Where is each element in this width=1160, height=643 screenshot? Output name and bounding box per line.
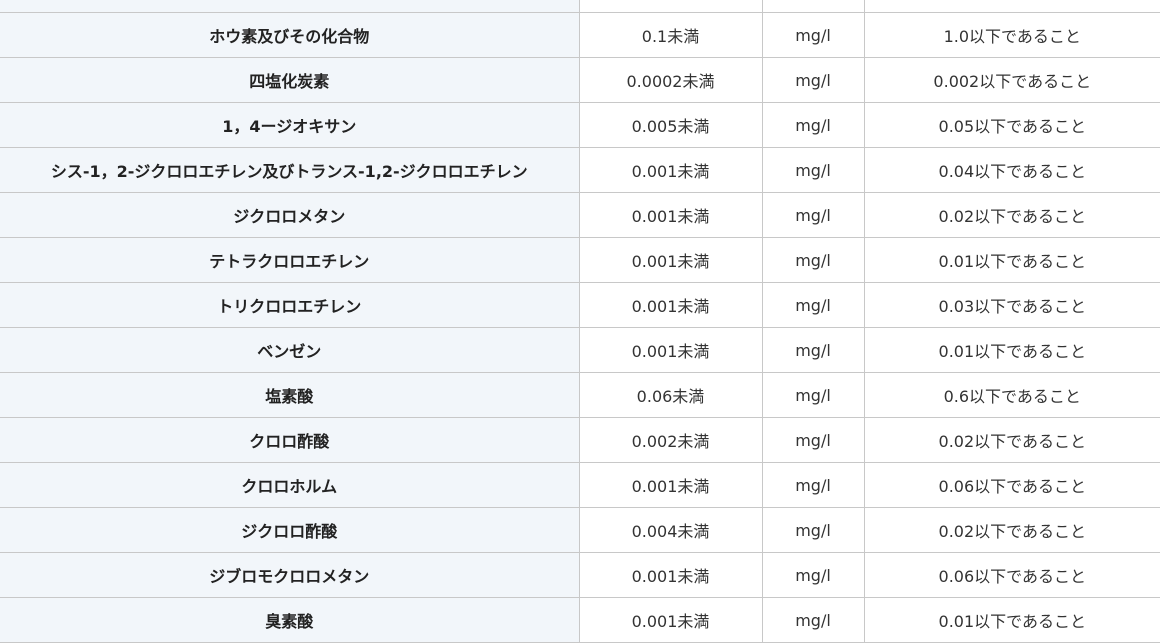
measured-value-cell: 0.004未満 bbox=[578, 507, 763, 553]
substance-name-cell: ジクロロメタン bbox=[0, 192, 580, 238]
standard-value-cell: 0.06以下であること bbox=[863, 462, 1160, 508]
measured-value-cell bbox=[578, 0, 763, 13]
unit-cell: mg/l bbox=[761, 282, 865, 328]
substance-name-cell: ジブロモクロロメタン bbox=[0, 552, 580, 598]
standard-value-cell: 0.02以下であること bbox=[863, 417, 1160, 463]
standard-value-cell: 1.0以下であること bbox=[863, 12, 1160, 58]
measured-value-cell: 0.001未満 bbox=[578, 282, 763, 328]
standard-value-cell: 0.01以下であること bbox=[863, 237, 1160, 283]
table-row: ベンゼン 0.001未満 mg/l 0.01以下であること bbox=[0, 327, 1160, 373]
table-row: クロロホルム 0.001未満 mg/l 0.06以下であること bbox=[0, 462, 1160, 508]
table-row: 臭素酸 0.001未満 mg/l 0.01以下であること bbox=[0, 597, 1160, 643]
standard-value-cell: 0.01以下であること bbox=[863, 597, 1160, 643]
substance-name-cell: クロロ酢酸 bbox=[0, 417, 580, 463]
measured-value-cell: 0.002未満 bbox=[578, 417, 763, 463]
table-row: ホウ素及びその化合物 0.1未満 mg/l 1.0以下であること bbox=[0, 12, 1160, 58]
substance-name-cell: ベンゼン bbox=[0, 327, 580, 373]
measured-value-cell: 0.001未満 bbox=[578, 192, 763, 238]
measured-value-cell: 0.001未満 bbox=[578, 237, 763, 283]
measured-value-cell: 0.001未満 bbox=[578, 147, 763, 193]
measured-value-cell: 0.1未満 bbox=[578, 12, 763, 58]
substance-name-cell: シス-1，2-ジクロロエチレン及びトランス-1,2-ジクロロエチレン bbox=[0, 147, 580, 193]
unit-cell: mg/l bbox=[761, 237, 865, 283]
substance-name-cell: 塩素酸 bbox=[0, 372, 580, 418]
standard-value-cell: 0.05以下であること bbox=[863, 102, 1160, 148]
substance-name-cell: トリクロロエチレン bbox=[0, 282, 580, 328]
measured-value-cell: 0.06未満 bbox=[578, 372, 763, 418]
standard-value-cell: 0.02以下であること bbox=[863, 192, 1160, 238]
substance-name-cell: クロロホルム bbox=[0, 462, 580, 508]
table-row: ジクロロ酢酸 0.004未満 mg/l 0.02以下であること bbox=[0, 507, 1160, 553]
substance-name-cell: 臭素酸 bbox=[0, 597, 580, 643]
unit-cell: mg/l bbox=[761, 597, 865, 643]
measured-value-cell: 0.001未満 bbox=[578, 597, 763, 643]
unit-cell: mg/l bbox=[761, 507, 865, 553]
standard-value-cell: 0.002以下であること bbox=[863, 57, 1160, 103]
unit-cell: mg/l bbox=[761, 192, 865, 238]
standard-value-cell bbox=[863, 0, 1160, 13]
unit-cell: mg/l bbox=[761, 462, 865, 508]
unit-cell: mg/l bbox=[761, 12, 865, 58]
table-row bbox=[0, 0, 1160, 13]
standard-value-cell: 0.02以下であること bbox=[863, 507, 1160, 553]
substance-name-cell: 1，4ージオキサン bbox=[0, 102, 580, 148]
table-row: 四塩化炭素 0.0002未満 mg/l 0.002以下であること bbox=[0, 57, 1160, 103]
measured-value-cell: 0.0002未満 bbox=[578, 57, 763, 103]
unit-cell: mg/l bbox=[761, 417, 865, 463]
standard-value-cell: 0.03以下であること bbox=[863, 282, 1160, 328]
standard-value-cell: 0.06以下であること bbox=[863, 552, 1160, 598]
water-quality-table-container: ホウ素及びその化合物 0.1未満 mg/l 1.0以下であること 四塩化炭素 0… bbox=[0, 0, 1160, 643]
standard-value-cell: 0.6以下であること bbox=[863, 372, 1160, 418]
water-quality-table: ホウ素及びその化合物 0.1未満 mg/l 1.0以下であること 四塩化炭素 0… bbox=[0, 0, 1160, 643]
measured-value-cell: 0.005未満 bbox=[578, 102, 763, 148]
unit-cell: mg/l bbox=[761, 372, 865, 418]
table-row: 塩素酸 0.06未満 mg/l 0.6以下であること bbox=[0, 372, 1160, 418]
table-row: 1，4ージオキサン 0.005未満 mg/l 0.05以下であること bbox=[0, 102, 1160, 148]
unit-cell: mg/l bbox=[761, 102, 865, 148]
substance-name-cell: テトラクロロエチレン bbox=[0, 237, 580, 283]
unit-cell: mg/l bbox=[761, 327, 865, 373]
standard-value-cell: 0.04以下であること bbox=[863, 147, 1160, 193]
substance-name-cell: ジクロロ酢酸 bbox=[0, 507, 580, 553]
measured-value-cell: 0.001未満 bbox=[578, 462, 763, 508]
table-row: ジクロロメタン 0.001未満 mg/l 0.02以下であること bbox=[0, 192, 1160, 238]
unit-cell: mg/l bbox=[761, 57, 865, 103]
unit-cell bbox=[761, 0, 865, 13]
table-row: トリクロロエチレン 0.001未満 mg/l 0.03以下であること bbox=[0, 282, 1160, 328]
measured-value-cell: 0.001未満 bbox=[578, 327, 763, 373]
unit-cell: mg/l bbox=[761, 147, 865, 193]
table-row: ジブロモクロロメタン 0.001未満 mg/l 0.06以下であること bbox=[0, 552, 1160, 598]
unit-cell: mg/l bbox=[761, 552, 865, 598]
table-row: シス-1，2-ジクロロエチレン及びトランス-1,2-ジクロロエチレン 0.001… bbox=[0, 147, 1160, 193]
table-body: ホウ素及びその化合物 0.1未満 mg/l 1.0以下であること 四塩化炭素 0… bbox=[0, 0, 1160, 643]
table-row: クロロ酢酸 0.002未満 mg/l 0.02以下であること bbox=[0, 417, 1160, 463]
standard-value-cell: 0.01以下であること bbox=[863, 327, 1160, 373]
table-row: テトラクロロエチレン 0.001未満 mg/l 0.01以下であること bbox=[0, 237, 1160, 283]
measured-value-cell: 0.001未満 bbox=[578, 552, 763, 598]
substance-name-cell bbox=[0, 0, 580, 13]
substance-name-cell: 四塩化炭素 bbox=[0, 57, 580, 103]
substance-name-cell: ホウ素及びその化合物 bbox=[0, 12, 580, 58]
